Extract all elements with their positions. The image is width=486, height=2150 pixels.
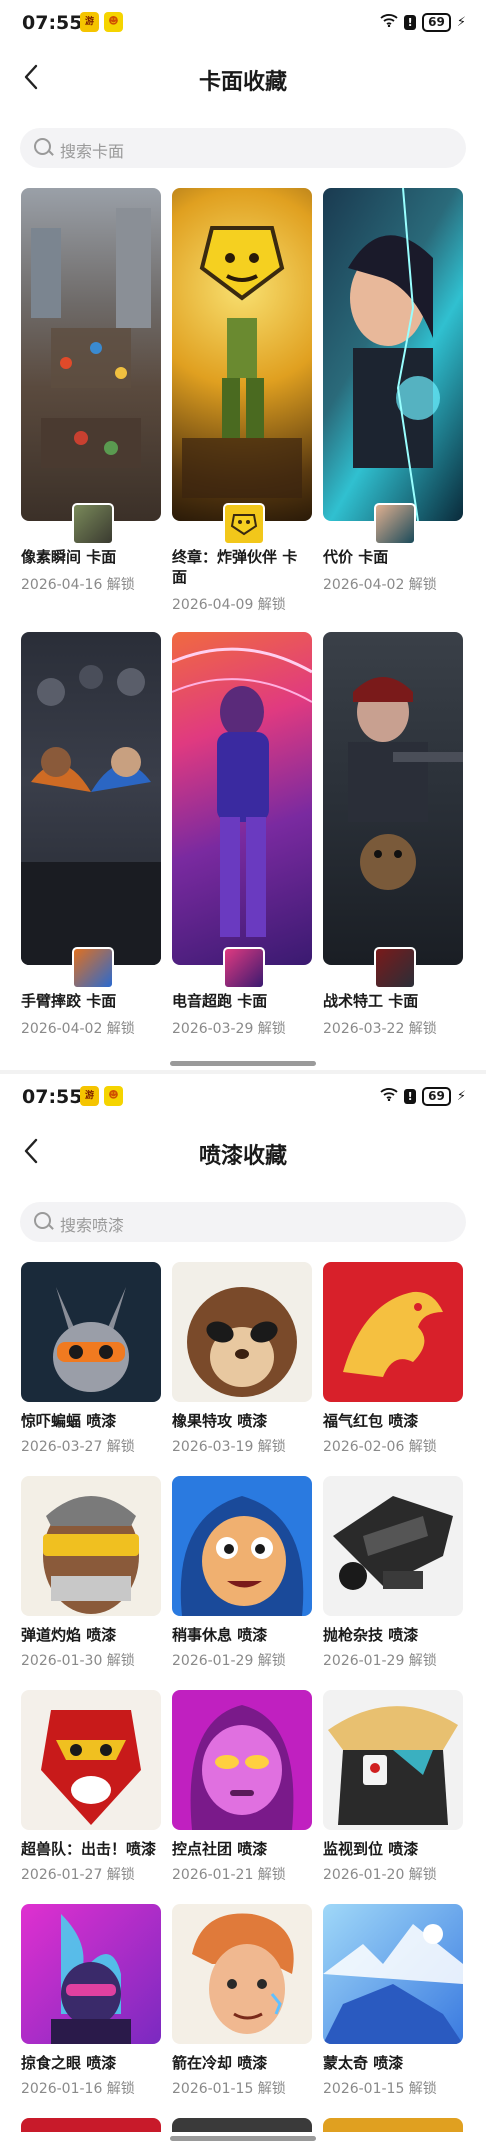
spray-name: 弹道灼焰 喷漆 <box>21 1626 117 1644</box>
spray-name: 抛枪杂技 喷漆 <box>323 1626 419 1644</box>
card-thumbnail <box>72 503 114 545</box>
spray-item-partial <box>172 2118 312 2132</box>
battery-indicator: 69 <box>422 1086 451 1106</box>
status-bar: 07:55 游 ☻ ! 69 ⚡ <box>0 1074 486 1120</box>
search-input[interactable]: 搜索喷漆 <box>20 1202 466 1242</box>
spray-name: 稍事休息 喷漆 <box>172 1626 268 1644</box>
card-date: 2026-04-02 解锁 <box>323 577 437 593</box>
nav-bar: 喷漆收藏 <box>0 1130 486 1174</box>
spray-artwork <box>323 1904 463 2044</box>
spray-date: 2026-01-21 解锁 <box>172 1867 286 1883</box>
card-date: 2026-03-22 解锁 <box>323 1021 437 1037</box>
card-artwork <box>323 188 463 521</box>
spray-date: 2026-01-15 解锁 <box>323 2081 437 2097</box>
app-notification-icon: 游 <box>80 12 99 32</box>
app-notification-icon-2: ☻ <box>104 12 123 32</box>
card-thumbnail <box>374 503 416 545</box>
home-indicator[interactable] <box>170 2136 316 2141</box>
spray-item-partial <box>21 2118 161 2132</box>
spray-date: 2026-01-27 解锁 <box>21 1867 135 1883</box>
alert-icon: ! <box>404 1088 417 1104</box>
home-indicator[interactable] <box>170 1061 316 1066</box>
card-artwork <box>21 188 161 521</box>
card-thumbnail <box>223 947 265 989</box>
spray-date: 2026-01-29 解锁 <box>172 1653 286 1669</box>
spray-date: 2026-03-19 解锁 <box>172 1439 286 1455</box>
card-name: 战术特工 卡面 <box>323 992 419 1010</box>
status-time: 07:55 <box>22 1086 83 1108</box>
card-name: 电音超跑 卡面 <box>172 992 268 1010</box>
spray-name: 惊吓蝙蝠 喷漆 <box>21 1412 117 1430</box>
spray-date: 2026-01-30 解锁 <box>21 1653 135 1669</box>
spray-item-partial <box>323 2118 463 2132</box>
card-date: 2026-04-16 解锁 <box>21 577 135 593</box>
card-name: 终章：炸弹伙伴 卡面 <box>172 548 298 586</box>
spray-artwork <box>21 1690 161 1830</box>
spray-artwork <box>323 1262 463 1402</box>
bolt-icon: ⚡ <box>456 1088 466 1104</box>
spray-date: 2026-01-16 解锁 <box>21 2081 135 2097</box>
spray-date: 2026-01-29 解锁 <box>323 1653 437 1669</box>
card-thumbnail <box>374 947 416 989</box>
bolt-icon: ⚡ <box>456 14 466 30</box>
search-placeholder: 搜索喷漆 <box>60 1216 125 1235</box>
spray-date: 2026-02-06 解锁 <box>323 1439 437 1455</box>
status-time: 07:55 <box>22 12 83 34</box>
card-artwork <box>172 188 312 521</box>
wifi-icon <box>380 13 398 31</box>
spray-name: 福气红包 喷漆 <box>323 1412 419 1430</box>
spray-artwork <box>172 1904 312 2044</box>
card-artwork <box>21 632 161 965</box>
search-input[interactable]: 搜索卡面 <box>20 128 466 168</box>
spray-artwork <box>172 1476 312 1616</box>
page-title: 卡面收藏 <box>198 70 287 95</box>
spray-artwork <box>21 1262 161 1402</box>
spray-artwork <box>172 1690 312 1830</box>
app-notification-icon: 游 <box>80 1086 99 1106</box>
spray-name: 蒙太奇 喷漆 <box>323 2054 404 2072</box>
card-artwork <box>172 632 312 965</box>
spray-artwork <box>323 1690 463 1830</box>
card-name: 手臂摔跤 卡面 <box>21 992 117 1010</box>
search-icon <box>34 138 51 155</box>
spray-artwork <box>21 1476 161 1616</box>
search-placeholder: 搜索卡面 <box>60 142 125 161</box>
spray-name: 掠食之眼 喷漆 <box>21 2054 117 2072</box>
nav-bar: 卡面收藏 <box>0 56 486 100</box>
status-bar: 07:55 游 ☻ ! 69 ⚡ <box>0 0 486 46</box>
card-date: 2026-03-29 解锁 <box>172 1021 286 1037</box>
card-date: 2026-04-09 解锁 <box>172 597 286 613</box>
spray-date: 2026-01-15 解锁 <box>172 2081 286 2097</box>
card-artwork <box>323 632 463 965</box>
card-thumbnail <box>223 503 265 545</box>
card-thumbnail <box>72 947 114 989</box>
spray-name: 控点社团 喷漆 <box>172 1840 268 1858</box>
card-name: 代价 卡面 <box>323 548 389 566</box>
search-icon <box>34 1212 51 1229</box>
card-collection-screen: 07:55 游 ☻ ! 69 ⚡ 卡面收藏 搜索卡面 像素瞬间 卡面 2026-… <box>0 0 486 1070</box>
spray-artwork <box>323 1476 463 1616</box>
alert-icon: ! <box>404 14 417 30</box>
spray-date: 2026-03-27 解锁 <box>21 1439 135 1455</box>
card-name: 像素瞬间 卡面 <box>21 548 117 566</box>
spray-date: 2026-01-20 解锁 <box>323 1867 437 1883</box>
spray-name: 箭在冷却 喷漆 <box>172 2054 268 2072</box>
spray-name: 超兽队：出击！喷漆 <box>21 1840 157 1858</box>
wifi-icon <box>380 1087 398 1105</box>
app-notification-icon-2: ☻ <box>104 1086 123 1106</box>
spray-name: 监视到位 喷漆 <box>323 1840 419 1858</box>
spray-collection-screen: 07:55 游 ☻ ! 69 ⚡ 喷漆收藏 搜索喷漆 惊吓蝙蝠 喷漆 2026-… <box>0 1074 486 2150</box>
spray-artwork <box>172 1262 312 1402</box>
battery-indicator: 69 <box>422 12 451 32</box>
spray-name: 橡果特攻 喷漆 <box>172 1412 268 1430</box>
spray-artwork <box>21 1904 161 2044</box>
card-date: 2026-04-02 解锁 <box>21 1021 135 1037</box>
page-title: 喷漆收藏 <box>198 1144 287 1169</box>
